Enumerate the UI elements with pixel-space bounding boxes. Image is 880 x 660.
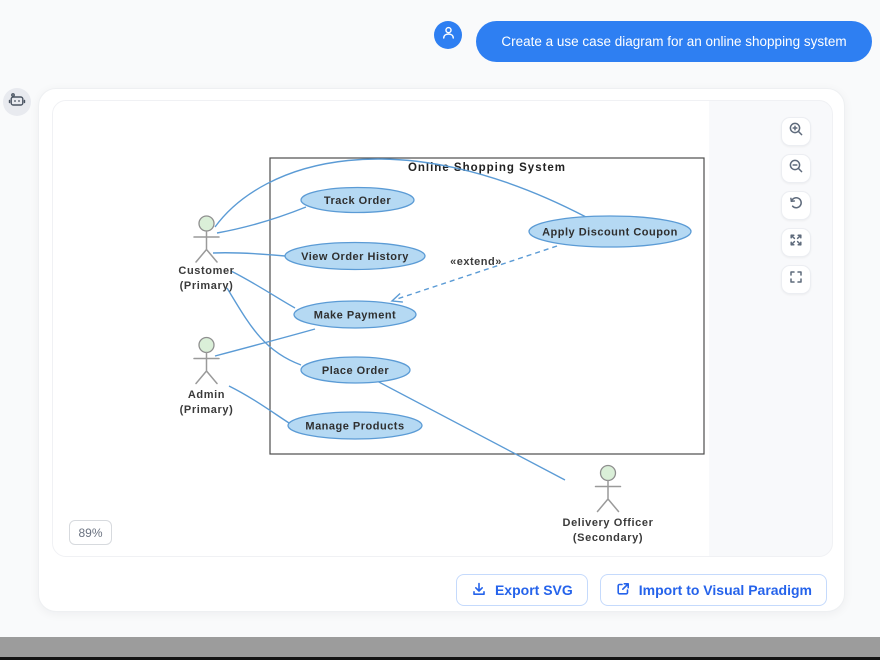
use-case-track-order: Track Order <box>301 188 414 213</box>
bottom-bar <box>0 637 880 657</box>
actor-delivery-officer: Delivery Officer (Secondary) <box>563 466 654 545</box>
svg-text:Apply Discount Coupon: Apply Discount Coupon <box>542 227 678 239</box>
canvas-controls <box>781 117 811 294</box>
svg-text:Manage Products: Manage Products <box>305 421 404 433</box>
use-case-apply-discount-coupon: Apply Discount Coupon <box>529 216 691 247</box>
actor-role: (Secondary) <box>573 532 643 544</box>
fullscreen-icon <box>788 269 804 290</box>
user-message-bubble: Create a use case diagram for an online … <box>476 21 872 62</box>
actor-role: (Primary) <box>180 280 234 292</box>
actor-name: Customer <box>178 265 234 277</box>
svg-text:View Order History: View Order History <box>301 251 409 263</box>
robot-icon <box>7 90 27 115</box>
zoom-out-button[interactable] <box>781 154 811 183</box>
svg-text:Place Order: Place Order <box>322 365 389 377</box>
expand-button[interactable] <box>781 228 811 257</box>
user-avatar <box>434 21 462 49</box>
import-visual-paradigm-button[interactable]: Import to Visual Paradigm <box>600 574 827 606</box>
diagram-canvas[interactable]: Online Shopping System «extend» <box>52 100 833 557</box>
reset-view-button[interactable] <box>781 191 811 220</box>
use-case-manage-products: Manage Products <box>288 412 422 439</box>
extend-label: «extend» <box>450 256 502 268</box>
zoom-in-button[interactable] <box>781 117 811 146</box>
use-case-place-order: Place Order <box>301 357 410 383</box>
download-icon <box>471 581 487 600</box>
external-link-icon <box>615 581 631 600</box>
zoom-in-icon <box>788 121 804 142</box>
zoom-level-badge: 89% <box>69 520 112 545</box>
actor-customer: Customer (Primary) <box>178 216 234 292</box>
reset-view-icon <box>788 195 804 216</box>
footer-actions: Export SVG Import to Visual Paradigm <box>456 574 827 606</box>
person-icon <box>439 23 458 47</box>
use-case-make-payment: Make Payment <box>294 301 416 328</box>
svg-text:Make Payment: Make Payment <box>314 310 396 322</box>
actor-admin: Admin (Primary) <box>180 338 234 417</box>
zoom-out-icon <box>788 158 804 179</box>
actor-name: Delivery Officer <box>563 517 654 529</box>
actor-name: Admin <box>188 389 225 401</box>
actor-role: (Primary) <box>180 404 234 416</box>
fullscreen-button[interactable] <box>781 265 811 294</box>
use-case-view-order-history: View Order History <box>285 243 425 270</box>
svg-text:Track Order: Track Order <box>324 195 391 207</box>
assistant-avatar <box>3 88 31 116</box>
expand-icon <box>788 232 804 253</box>
export-svg-button[interactable]: Export SVG <box>456 574 588 606</box>
diagram-card: Online Shopping System «extend» <box>38 88 845 612</box>
use-case-diagram: Online Shopping System «extend» <box>53 101 709 557</box>
diagram-svg-area: Online Shopping System «extend» <box>53 101 709 557</box>
